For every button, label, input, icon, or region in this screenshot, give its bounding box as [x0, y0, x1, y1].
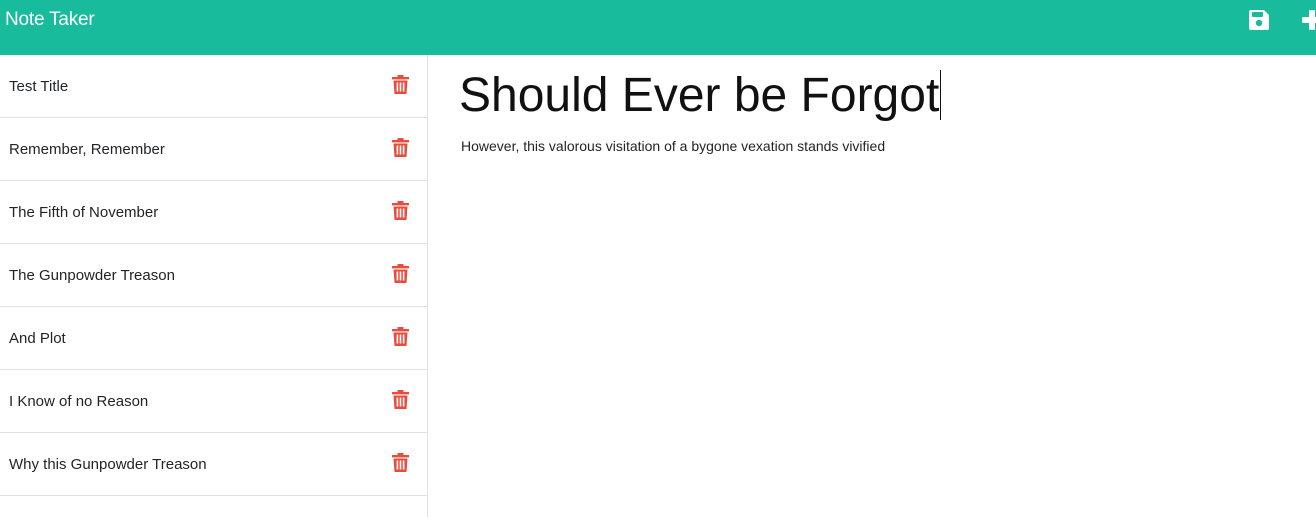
note-list-item-title: Test Title	[9, 78, 69, 95]
trash-icon	[391, 389, 409, 409]
note-list-item-title: I Know of no Reason	[9, 393, 149, 410]
delete-note-button[interactable]	[390, 200, 410, 220]
trash-icon	[391, 326, 409, 346]
delete-note-button[interactable]	[390, 452, 410, 472]
note-list-item[interactable]: The Fifth of November	[0, 181, 427, 244]
save-note-button[interactable]	[1246, 7, 1272, 33]
delete-note-button[interactable]	[390, 263, 410, 283]
plus-icon	[1302, 10, 1316, 30]
note-list-item-title: Remember, Remember	[9, 141, 165, 158]
delete-note-button[interactable]	[390, 137, 410, 157]
note-list-item[interactable]: And Plot	[0, 307, 427, 370]
trash-icon	[391, 137, 409, 157]
note-title-value: Should Ever be Forgot	[459, 68, 940, 122]
note-list-panel: Test Title Remember, Remember The Fifth …	[0, 55, 428, 517]
note-list-item[interactable]: Test Title	[0, 55, 427, 118]
app-brand[interactable]: Note Taker	[5, 9, 95, 31]
trash-icon	[391, 74, 409, 94]
save-icon	[1249, 10, 1269, 30]
note-list-item[interactable]: I Know of no Reason	[0, 370, 427, 433]
note-text-area[interactable]: However, this valorous visitation of a b…	[461, 137, 1291, 497]
note-list-item-title: And Plot	[9, 330, 66, 347]
note-list-item[interactable]: The Gunpowder Treason	[0, 244, 427, 307]
note-list-item[interactable]: Why this Gunpowder Treason	[0, 433, 427, 496]
note-list-item-title: The Fifth of November	[9, 204, 159, 221]
note-list: Test Title Remember, Remember The Fifth …	[0, 55, 427, 496]
note-list-item-title: The Gunpowder Treason	[9, 267, 175, 284]
note-list-item-title: Why this Gunpowder Treason	[9, 456, 207, 473]
delete-note-button[interactable]	[390, 326, 410, 346]
note-title-input[interactable]: Should Ever be Forgot	[459, 65, 1299, 125]
note-list-item[interactable]: Remember, Remember	[0, 118, 427, 181]
trash-icon	[391, 200, 409, 220]
note-editor: Should Ever be Forgot However, this valo…	[429, 55, 1316, 517]
navbar: Note Taker	[0, 0, 1316, 55]
trash-icon	[391, 452, 409, 472]
trash-icon	[391, 263, 409, 283]
text-caret	[940, 70, 942, 120]
delete-note-button[interactable]	[390, 389, 410, 409]
delete-note-button[interactable]	[390, 74, 410, 94]
new-note-button[interactable]	[1299, 7, 1316, 33]
